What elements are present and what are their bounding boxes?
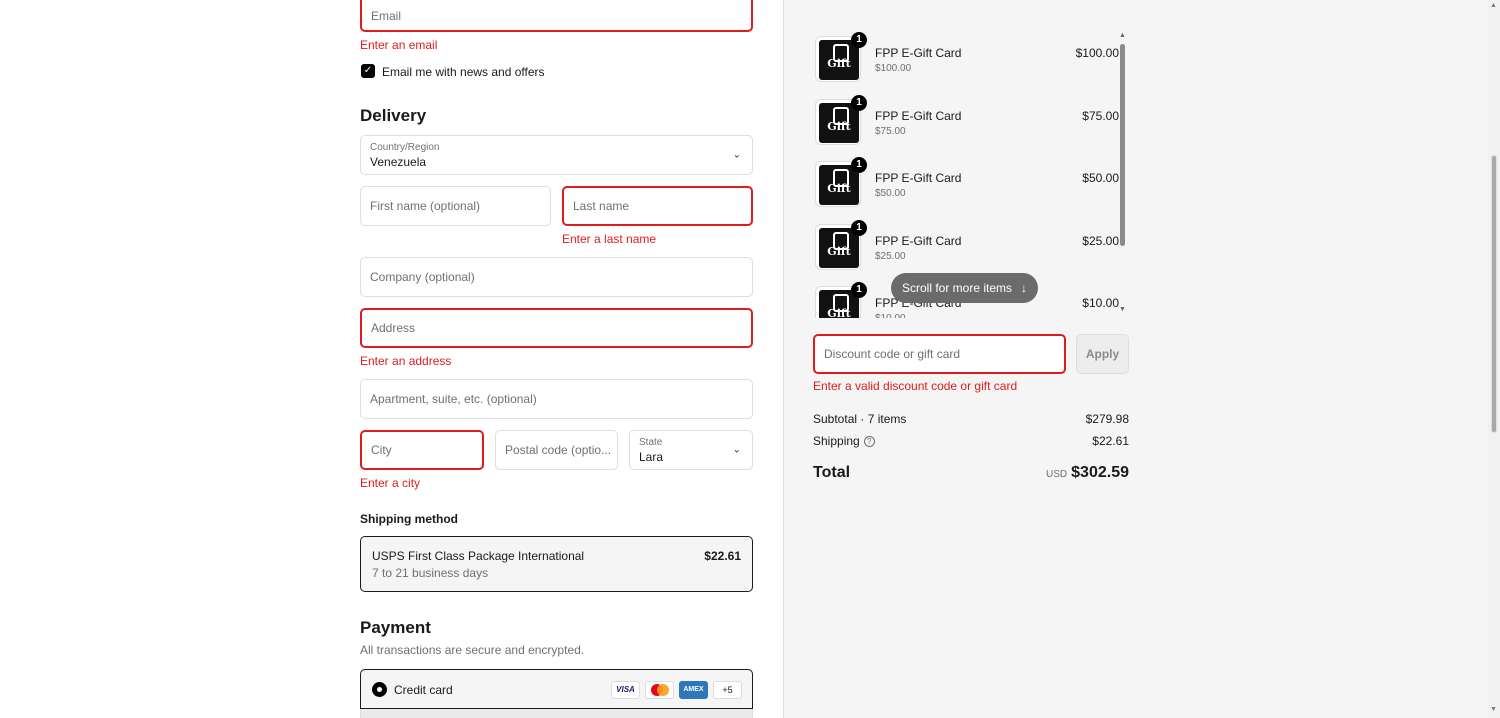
scrollbar-thumb[interactable] — [1120, 44, 1125, 246]
help-icon[interactable]: ? — [863, 436, 875, 447]
email-placeholder: Email — [371, 8, 402, 23]
item-name: FPP E-Gift Card — [875, 46, 962, 60]
cart-items-scrollbar[interactable]: ▲ ▼ — [1119, 32, 1127, 314]
shipping-method-time: 7 to 21 business days — [372, 566, 489, 580]
visa-icon: VISA — [611, 681, 640, 699]
company-placeholder: Company (optional) — [370, 270, 475, 284]
card-details-panel — [360, 709, 753, 718]
more-cards-badge: +5 — [713, 681, 742, 699]
credit-card-option[interactable]: Credit card VISA AMEX +5 — [360, 669, 753, 709]
cart-item: Gift 1 FPP E-Gift Card $25.00 $25.00 — [813, 218, 1119, 270]
item-price: $100.00 — [1075, 46, 1119, 60]
scroll-for-more-button[interactable]: Scroll for more items ↓ — [891, 273, 1038, 303]
item-variant: $10.00 — [875, 313, 906, 318]
scroll-down-icon[interactable]: ▼ — [1490, 706, 1497, 713]
credit-card-label: Credit card — [394, 683, 453, 697]
arrow-down-icon: ↓ — [1021, 281, 1027, 295]
total-label: Total — [813, 464, 851, 481]
city-error: Enter a city — [360, 476, 421, 490]
newsletter-checkbox[interactable]: ✓ — [361, 64, 375, 78]
state-select[interactable]: State Lara ⌄ — [629, 430, 753, 470]
email-field[interactable]: Email — [360, 0, 753, 32]
credit-card-radio[interactable] — [372, 682, 387, 697]
shipping-label: Shipping — [813, 434, 860, 448]
postal-code-field[interactable]: Postal code (optio... — [495, 430, 618, 470]
newsletter-label: Email me with news and offers — [382, 65, 545, 79]
address-field[interactable]: Address — [360, 308, 753, 348]
shipping-method-name: USPS First Class Package International — [372, 549, 585, 563]
address-placeholder: Address — [371, 321, 416, 335]
item-variant: $50.00 — [875, 188, 906, 199]
total-value: $302.59 — [1071, 464, 1129, 481]
apartment-placeholder: Apartment, suite, etc. (optional) — [370, 392, 537, 406]
item-price: $10.00 — [1082, 296, 1119, 310]
postal-code-placeholder: Postal code (optio... — [505, 443, 611, 457]
checkout-page: Email Enter an email ✓ Email me with new… — [0, 0, 1500, 718]
cart-item: Gift 1 FPP E-Gift Card $75.00 $75.00 — [813, 93, 1119, 145]
currency-code: USD — [1046, 469, 1068, 480]
checkout-form: Email Enter an email ✓ Email me with new… — [0, 0, 783, 718]
delivery-heading: Delivery — [360, 106, 427, 125]
item-name: FPP E-Gift Card — [875, 171, 962, 185]
shipping-value: $22.61 — [1092, 434, 1129, 448]
page-scrollbar[interactable]: ▲ ▼ — [1488, 0, 1500, 718]
chevron-down-icon: ⌄ — [732, 149, 741, 161]
payment-subtitle: All transactions are secure and encrypte… — [360, 643, 585, 657]
cart-item: Gift 1 FPP E-Gift Card $100.00 $100.00 — [813, 30, 1119, 82]
subtotal-value: $279.98 — [1085, 412, 1129, 426]
quantity-badge: 1 — [851, 157, 867, 173]
item-price: $50.00 — [1082, 171, 1119, 185]
country-label: Country/Region — [370, 142, 440, 153]
state-label: State — [639, 437, 663, 448]
state-value: Lara — [639, 450, 664, 464]
total-row: USD $302.59 — [969, 464, 1129, 482]
city-placeholder: City — [371, 443, 392, 457]
discount-error: Enter a valid discount code or gift card — [813, 379, 1018, 393]
scroll-hint-label: Scroll for more items — [902, 281, 1013, 295]
item-name: FPP E-Gift Card — [875, 109, 962, 123]
item-price: $75.00 — [1082, 109, 1119, 123]
quantity-badge: 1 — [851, 32, 867, 48]
scroll-up-icon[interactable]: ▲ — [1490, 2, 1497, 9]
shipping-row: Shipping? — [813, 434, 875, 448]
last-name-placeholder: Last name — [573, 199, 630, 213]
first-name-field[interactable]: First name (optional) — [360, 186, 551, 226]
item-variant: $25.00 — [875, 251, 906, 262]
address-error: Enter an address — [360, 354, 452, 368]
last-name-error: Enter a last name — [562, 232, 657, 246]
item-name: FPP E-Gift Card — [875, 234, 962, 248]
country-value: Venezuela — [370, 155, 427, 169]
page-scrollbar-thumb[interactable] — [1491, 155, 1497, 433]
mastercard-icon — [645, 681, 674, 699]
country-select[interactable]: Country/Region Venezuela ⌄ — [360, 135, 753, 175]
item-variant: $100.00 — [875, 63, 912, 74]
company-field[interactable]: Company (optional) — [360, 257, 753, 297]
apply-button[interactable]: Apply — [1076, 334, 1129, 374]
city-field[interactable]: City — [360, 430, 484, 470]
amex-icon: AMEX — [679, 681, 708, 699]
payment-heading: Payment — [360, 618, 431, 637]
scroll-up-icon[interactable]: ▲ — [1119, 32, 1126, 39]
first-name-placeholder: First name (optional) — [370, 199, 481, 213]
email-error: Enter an email — [360, 38, 438, 52]
chevron-down-icon: ⌄ — [732, 444, 741, 456]
discount-placeholder: Discount code or gift card — [824, 347, 961, 361]
discount-code-field[interactable]: Discount code or gift card — [813, 334, 1066, 374]
cart-item: Gift 1 FPP E-Gift Card $50.00 $50.00 — [813, 155, 1119, 207]
quantity-badge: 1 — [851, 282, 867, 298]
scroll-down-icon[interactable]: ▼ — [1119, 306, 1126, 313]
apartment-field[interactable]: Apartment, suite, etc. (optional) — [360, 379, 753, 419]
shipping-method-heading: Shipping method — [360, 512, 458, 526]
item-price: $25.00 — [1082, 234, 1119, 248]
subtotal-label: Subtotal · 7 items — [813, 412, 907, 426]
shipping-option[interactable]: USPS First Class Package International 7… — [360, 536, 753, 592]
last-name-field[interactable]: Last name — [562, 186, 753, 226]
shipping-method-price: $22.61 — [704, 549, 741, 563]
quantity-badge: 1 — [851, 220, 867, 236]
item-variant: $75.00 — [875, 126, 906, 137]
quantity-badge: 1 — [851, 95, 867, 111]
